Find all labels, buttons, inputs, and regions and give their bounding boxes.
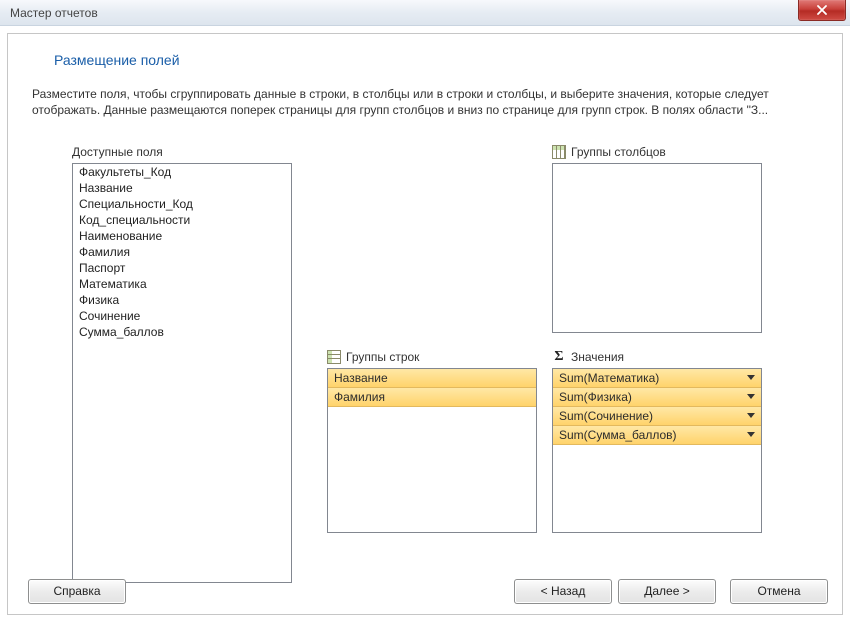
chevron-down-icon <box>747 375 755 381</box>
footer-buttons: Справка < Назад Далее > Отмена <box>8 568 842 614</box>
wizard-window: Мастер отчетов Размещение полей Размести… <box>0 0 850 622</box>
back-button[interactable]: < Назад <box>514 579 612 604</box>
list-item[interactable]: Код_специальности <box>73 212 291 228</box>
list-item[interactable]: Сочинение <box>73 308 291 324</box>
column-groups-box[interactable] <box>552 163 762 333</box>
column-groups-icon <box>552 145 566 159</box>
close-icon <box>816 5 828 15</box>
list-item[interactable]: Сумма_баллов <box>73 324 291 340</box>
value-item-dropdown[interactable] <box>745 409 757 423</box>
value-item-dropdown[interactable] <box>745 371 757 385</box>
values-box[interactable]: Sum(Математика) Sum(Физика) <box>552 368 762 533</box>
cancel-button[interactable]: Отмена <box>730 579 828 604</box>
column-groups-label: Группы столбцов <box>552 144 762 160</box>
value-item-dropdown[interactable] <box>745 390 757 404</box>
list-item[interactable]: Наименование <box>73 228 291 244</box>
list-item[interactable]: Физика <box>73 292 291 308</box>
row-groups-label: Группы строк <box>327 349 537 365</box>
value-item[interactable]: Sum(Математика) <box>553 369 761 388</box>
titlebar: Мастер отчетов <box>0 0 850 26</box>
value-item[interactable]: Sum(Физика) <box>553 388 761 407</box>
close-button[interactable] <box>798 0 846 21</box>
list-item[interactable]: Математика <box>73 276 291 292</box>
value-item-dropdown[interactable] <box>745 428 757 442</box>
row-group-item[interactable]: Фамилия <box>328 388 536 407</box>
page-heading: Размещение полей <box>54 52 818 68</box>
available-fields-label: Доступные поля <box>72 144 292 160</box>
next-button[interactable]: Далее > <box>618 579 716 604</box>
list-item[interactable]: Специальности_Код <box>73 196 291 212</box>
content-pane: Размещение полей Разместите поля, чтобы … <box>7 33 843 615</box>
row-groups-icon <box>327 350 341 364</box>
list-item[interactable]: Фамилия <box>73 244 291 260</box>
values-label: Σ Значения <box>552 349 762 365</box>
list-item[interactable]: Паспорт <box>73 260 291 276</box>
value-item[interactable]: Sum(Сумма_баллов) <box>553 426 761 445</box>
page-description: Разместите поля, чтобы сгруппировать дан… <box>32 86 818 118</box>
row-group-item[interactable]: Название <box>328 369 536 388</box>
window-title: Мастер отчетов <box>10 6 98 20</box>
chevron-down-icon <box>747 413 755 419</box>
value-item[interactable]: Sum(Сочинение) <box>553 407 761 426</box>
list-item[interactable]: Факультеты_Код <box>73 164 291 180</box>
field-layout-area: Доступные поля Факультеты_Код Название С… <box>32 144 818 558</box>
row-groups-box[interactable]: Название Фамилия <box>327 368 537 533</box>
sigma-icon: Σ <box>552 350 566 364</box>
help-button[interactable]: Справка <box>28 579 126 604</box>
chevron-down-icon <box>747 432 755 438</box>
available-fields-list[interactable]: Факультеты_Код Название Специальности_Ко… <box>72 163 292 583</box>
chevron-down-icon <box>747 394 755 400</box>
list-item[interactable]: Название <box>73 180 291 196</box>
